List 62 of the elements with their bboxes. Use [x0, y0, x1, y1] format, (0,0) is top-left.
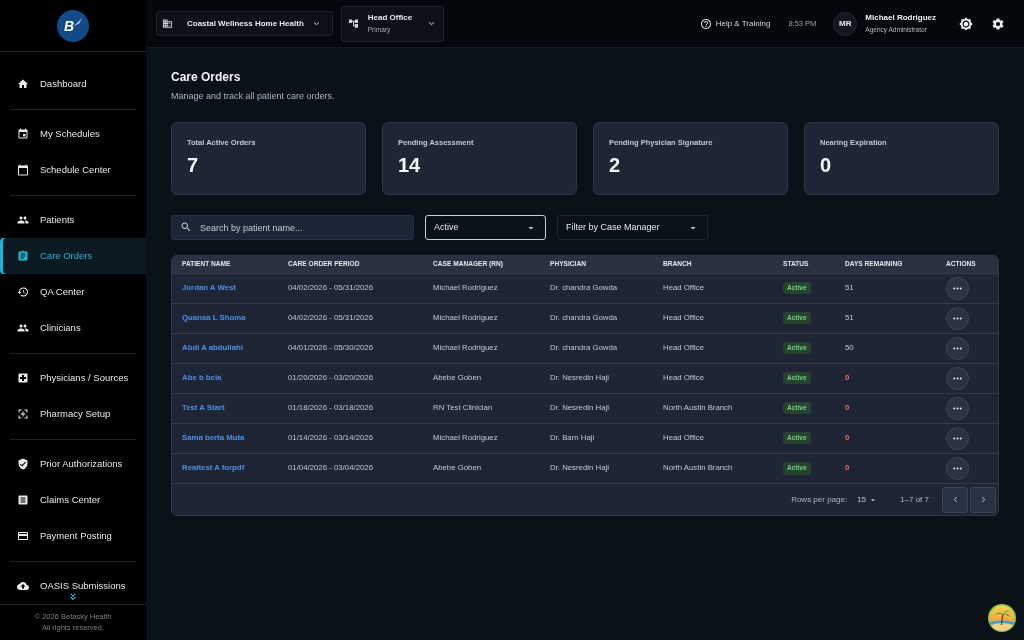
clipboard-icon	[17, 250, 29, 262]
shield-check-icon	[17, 458, 29, 470]
page-subtitle: Manage and track all patient care orders.	[171, 91, 336, 102]
page-title: Care Orders	[171, 70, 242, 84]
nav-item[interactable]: My Schedules	[0, 116, 146, 152]
nav-item[interactable]: Dashboard	[0, 66, 146, 102]
people-icon	[17, 322, 29, 334]
more-actions-button[interactable]	[946, 426, 969, 450]
nav-item[interactable]: Physicians / Sources	[0, 360, 146, 396]
stat-value: 0	[820, 154, 833, 176]
nav-item[interactable]: Patients	[0, 202, 146, 238]
history-icon	[17, 286, 29, 298]
rows-per-page-label: Rows per page:	[791, 493, 848, 506]
stat-value: 2	[609, 154, 622, 176]
theme-toggle-button[interactable]	[959, 16, 973, 31]
more-actions-button[interactable]	[946, 366, 969, 390]
frame-plus-icon	[17, 408, 29, 420]
help-link[interactable]: Help & Training	[699, 17, 771, 30]
medical-cross-icon	[17, 372, 29, 384]
search-icon	[180, 221, 192, 233]
nav-item[interactable]: Claims Center	[0, 482, 146, 518]
nav-item[interactable]: Prior Authorizations	[0, 446, 146, 482]
credit-card-icon	[17, 530, 29, 542]
stat-value: 7	[187, 154, 200, 176]
more-actions-button[interactable]	[946, 396, 969, 420]
more-actions-button[interactable]	[946, 276, 969, 300]
settings-icon	[991, 16, 1005, 31]
user-avatar[interactable]: MR	[833, 11, 858, 36]
settings-button[interactable]	[991, 16, 1005, 31]
assistant-button[interactable]	[988, 604, 1016, 632]
nav-item[interactable]: Pharmacy Setup	[0, 396, 146, 432]
people-icon	[17, 214, 29, 226]
nav-item[interactable]: Care Orders	[0, 238, 146, 274]
more-actions-button[interactable]	[946, 456, 969, 480]
double-chevron-down-icon	[68, 592, 78, 602]
page-range: 1–7 of 7	[900, 493, 929, 506]
calendar-icon	[17, 128, 29, 140]
brightness-icon	[959, 16, 973, 31]
status-dropdown[interactable]: Active	[425, 215, 546, 240]
home-icon	[17, 78, 29, 90]
rows-per-page-select[interactable]: 15	[857, 493, 879, 506]
nav-item[interactable]: Clinicians	[0, 310, 146, 346]
organization-selector[interactable]: Coastal Wellness Home Health	[156, 11, 333, 36]
help-icon	[699, 17, 712, 30]
nav-item[interactable]: OASIS Submissions	[0, 568, 146, 590]
user-name: Michael Rodriguez	[865, 12, 936, 23]
app-logo: B	[57, 9, 89, 42]
stat-value: 14	[398, 154, 422, 176]
branch-name: Head Office	[367, 13, 413, 23]
more-actions-button[interactable]	[946, 336, 969, 360]
nav-item[interactable]: Payment Posting	[0, 518, 146, 554]
palm-tree-icon	[988, 604, 1016, 632]
hierarchy-icon	[347, 18, 359, 29]
more-actions-button[interactable]	[946, 306, 969, 330]
case-manager-dropdown[interactable]: Filter by Case Manager	[557, 215, 708, 240]
calendar-icon	[17, 164, 29, 176]
list-icon	[17, 494, 29, 506]
search-field[interactable]: Search by patient name...	[171, 215, 414, 240]
building-icon	[162, 18, 173, 29]
cloud-upload-icon	[17, 580, 29, 590]
nav-item[interactable]: Schedule Center	[0, 152, 146, 188]
nav-item[interactable]: QA Center	[0, 274, 146, 310]
